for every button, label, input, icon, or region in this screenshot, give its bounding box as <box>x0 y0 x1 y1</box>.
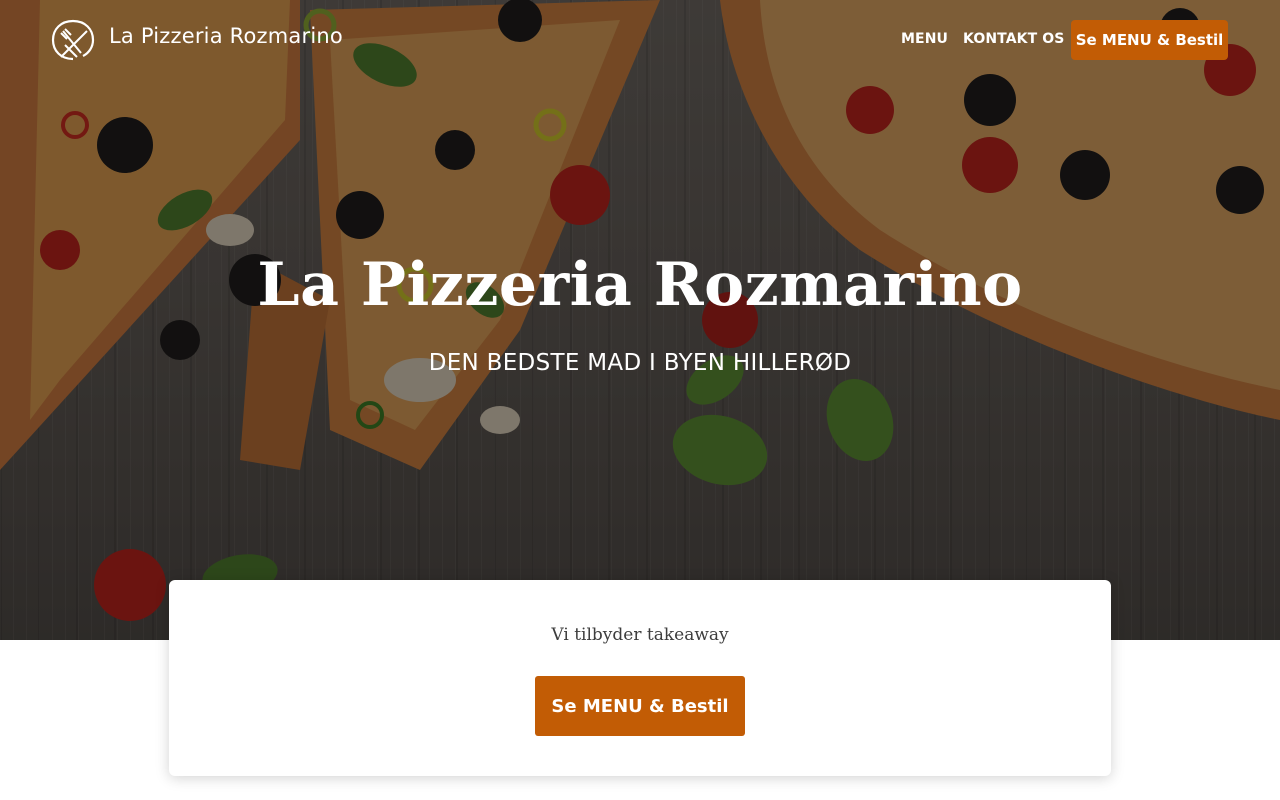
hero-section: La Pizzeria Rozmarino DEN BEDSTE MAD I B… <box>0 0 1280 640</box>
nav-link-menu[interactable]: MENU <box>901 31 948 47</box>
header-order-button[interactable]: Se MENU & Bestil <box>1071 20 1228 60</box>
hero-subtitle: DEN BEDSTE MAD I BYEN HILLERØD <box>428 350 852 376</box>
brand-name[interactable]: La Pizzeria Rozmarino <box>109 24 343 48</box>
nav-link-contact[interactable]: KONTAKT OS <box>963 31 1064 47</box>
site-header: La Pizzeria Rozmarino MENU KONTAKT OS Se… <box>0 0 1280 80</box>
hero-dark-overlay <box>0 0 1280 640</box>
fork-and-knife-circle-icon[interactable] <box>51 19 95 61</box>
card-order-button[interactable]: Se MENU & Bestil <box>535 676 745 736</box>
takeaway-card: Vi tilbyder takeaway Se MENU & Bestil <box>169 580 1111 776</box>
hero-title: La Pizzeria Rozmarino <box>257 250 1023 320</box>
takeaway-text: Vi tilbyder takeaway <box>551 625 729 645</box>
